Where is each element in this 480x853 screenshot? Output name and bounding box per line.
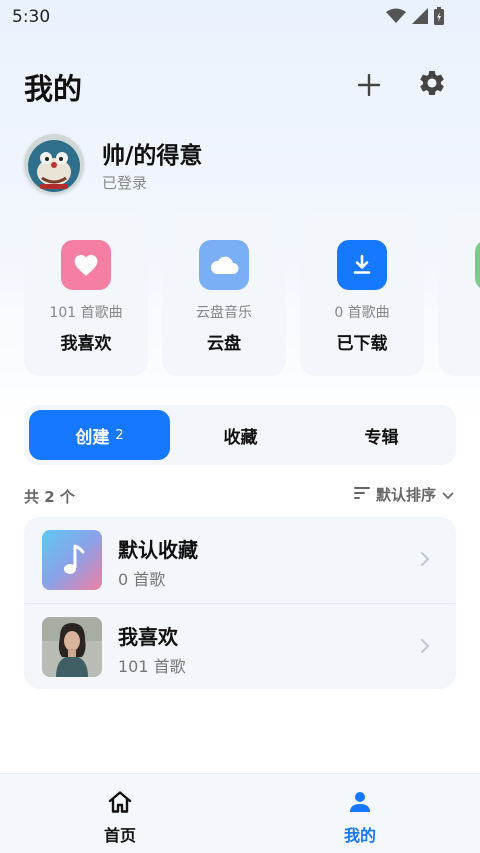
playlist-count: 共 2 个 [24, 488, 75, 506]
avatar[interactable] [24, 134, 84, 194]
playlist-title: 我喜欢 [118, 625, 178, 649]
nav-mine[interactable]: 我的 [240, 774, 480, 853]
list-item[interactable]: 默认收藏 0 首歌 [24, 517, 456, 603]
status-icons [386, 7, 444, 29]
tab-collected[interactable]: 收藏 [170, 410, 311, 460]
nav-home[interactable]: 首页 [0, 774, 240, 853]
cloud-icon [199, 240, 249, 290]
nav-label: 首页 [103, 826, 136, 845]
page-title: 我的 [24, 72, 83, 106]
tab-albums[interactable]: 专辑 [311, 410, 452, 460]
card-subtitle: 101 首歌曲 [49, 305, 123, 321]
quick-access-cards: 101 首歌曲 我喜欢 云盘音乐 云盘 0 首歌曲 已下载 0 [24, 214, 480, 376]
library-tabs: 创建 2 收藏 专辑 [24, 405, 456, 465]
tab-count: 2 [115, 427, 124, 443]
chevron-right-icon [420, 551, 430, 571]
heart-icon [61, 240, 111, 290]
tab-label: 创建 [75, 427, 110, 448]
card-title: 云盘 [207, 334, 241, 354]
card-title: 已下载 [336, 334, 388, 354]
card-subtitle: 0 [438, 302, 480, 318]
card-cloud[interactable]: 云盘音乐 云盘 [162, 214, 286, 376]
playlist-list: 默认收藏 0 首歌 我喜欢 101 首歌 [24, 517, 456, 689]
wifi-icon [386, 8, 406, 28]
playlist-cover [42, 530, 102, 590]
home-icon [106, 788, 134, 816]
tab-label: 收藏 [223, 427, 258, 448]
card-subtitle: 云盘音乐 [196, 305, 252, 321]
playlist-song-count: 0 首歌 [118, 570, 166, 589]
chevron-right-icon [420, 638, 430, 658]
sort-label: 默认排序 [375, 486, 436, 504]
nav-label: 我的 [343, 826, 376, 845]
tab-created[interactable]: 创建 2 [29, 410, 170, 460]
tab-label: 专辑 [364, 427, 399, 448]
status-bar: 5:30 [0, 0, 480, 34]
username[interactable]: 帅/的得意 [102, 136, 202, 170]
download-icon [337, 240, 387, 290]
playlist-cover [42, 617, 102, 677]
status-time: 5:30 [12, 7, 51, 27]
card-title: 我喜欢 [60, 334, 112, 354]
card-subtitle: 0 首歌曲 [334, 305, 390, 321]
battery-icon [434, 7, 444, 29]
sort-icon [353, 486, 370, 504]
bottom-nav: 首页 我的 [0, 773, 480, 853]
list-item[interactable]: 我喜欢 101 首歌 [24, 603, 456, 689]
sort-button[interactable]: 默认排序 [353, 484, 454, 505]
card-partial[interactable]: 0 [438, 214, 480, 376]
signal-icon [412, 8, 428, 28]
card-downloads[interactable]: 0 首歌曲 已下载 [300, 214, 424, 376]
login-status: 已登录 [102, 174, 148, 192]
gear-icon[interactable] [414, 65, 450, 101]
card-favorites[interactable]: 101 首歌曲 我喜欢 [24, 214, 148, 376]
add-icon[interactable] [352, 68, 386, 102]
playlist-title: 默认收藏 [118, 538, 198, 562]
partial-icon [475, 240, 480, 290]
person-icon [346, 788, 374, 816]
chevron-down-icon [442, 486, 454, 504]
playlist-song-count: 101 首歌 [118, 657, 186, 676]
